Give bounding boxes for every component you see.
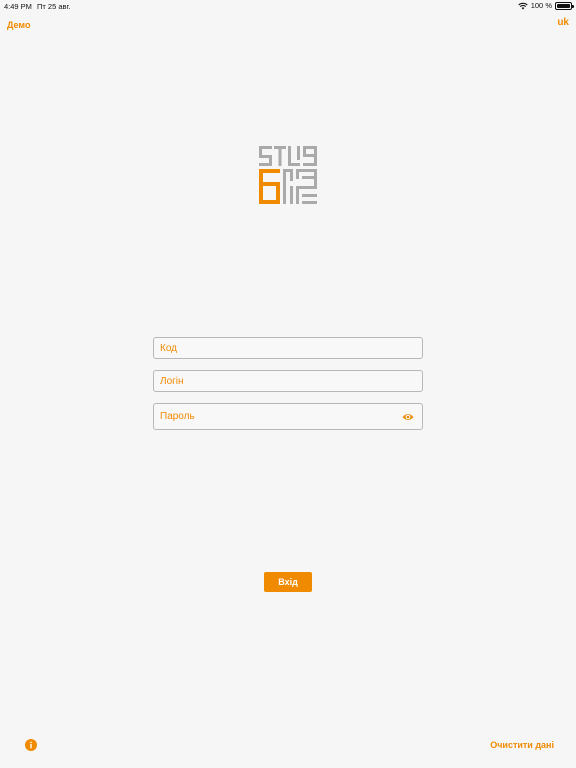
eye-icon[interactable] xyxy=(402,412,414,422)
login-button[interactable]: Вхід xyxy=(264,572,312,592)
demo-link[interactable]: Демо xyxy=(7,20,30,30)
status-time: 4:49 PM xyxy=(4,2,32,11)
wifi-icon xyxy=(518,2,528,9)
status-bar: 4:49 PM Пт 25 авг. 100 % xyxy=(0,0,576,12)
language-selector[interactable]: uk xyxy=(557,17,569,28)
clear-data-link[interactable]: Очистити дані xyxy=(490,740,554,750)
battery-percent: 100 % xyxy=(530,1,552,10)
code-input[interactable]: Код xyxy=(153,337,423,359)
status-right: 100 % xyxy=(518,1,574,10)
app-logo xyxy=(259,146,317,204)
password-input[interactable]: Пароль xyxy=(153,403,423,430)
status-date: Пт 25 авг. xyxy=(37,2,71,11)
info-icon[interactable] xyxy=(25,739,37,751)
login-input[interactable]: Логін xyxy=(153,370,423,392)
battery-icon xyxy=(555,1,574,10)
password-placeholder: Пароль xyxy=(160,411,195,422)
login-placeholder: Логін xyxy=(160,375,184,387)
code-placeholder: Код xyxy=(160,342,178,354)
